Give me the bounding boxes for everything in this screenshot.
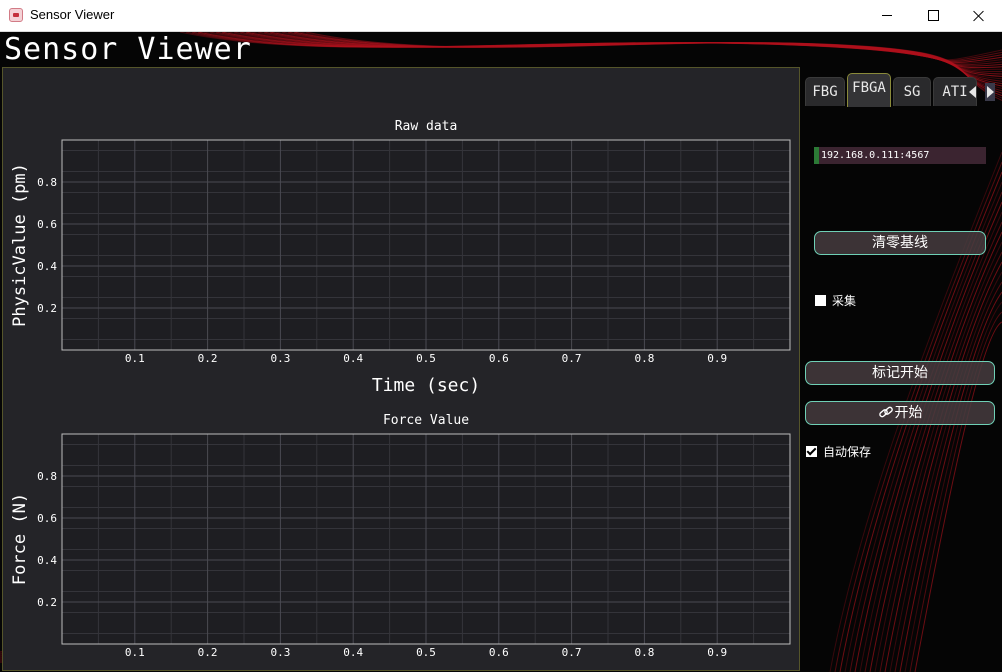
app-window: Sensor Viewer 0.1 0.2 0.3 0.4 0.5 0.6 0.7 0.8 0.… [0,32,1002,672]
x-tick-label: 0.2 [198,646,218,659]
x-tick-label: 0.5 [416,646,436,659]
plot-panel: 0.1 0.2 0.3 0.4 0.5 0.6 0.7 0.8 0.9 0.2 0.4 0.6 0.8 R… [2,67,800,671]
x-tick-label: 0.9 [707,352,727,365]
chart-title: Raw data [395,119,458,134]
y-axis-label: Force (N) [10,493,30,585]
y-tick-label: 0.2 [37,596,57,609]
sensor-tabs: FBG FBGA SG ATI [805,73,997,108]
minimize-icon [882,15,892,16]
control-sidebar: FBG FBGA SG ATI 192.168.0.111:4567 清零基线 … [801,67,1002,672]
y-tick-label: 0.4 [37,554,57,567]
auto-save-checkbox-box[interactable] [806,446,817,457]
window-titlebar: Sensor Viewer [0,0,1002,32]
y-tick-label: 0.2 [37,302,57,315]
zero-baseline-button[interactable]: 清零基线 [814,231,986,255]
y-tick-label: 0.4 [37,260,57,273]
y-tick-label: 0.8 [37,470,57,483]
x-axis-label: Time (sec) [372,375,480,396]
x-tick-label: 0.6 [489,352,509,365]
auto-save-checkbox[interactable]: 自动保存 [806,443,871,460]
app-heading: Sensor Viewer [4,32,252,67]
y-tick-label: 0.8 [37,176,57,189]
close-icon [973,10,985,22]
start-button-label: 开始 [894,405,923,421]
x-axis-label: Time (sec) [372,669,480,670]
auto-save-checkbox-label: 自动保存 [823,445,872,459]
tab-fbg[interactable]: FBG [805,77,845,106]
x-tick-label: 0.3 [270,352,290,365]
x-tick-label: 0.7 [562,646,582,659]
plots-canvas[interactable]: 0.1 0.2 0.3 0.4 0.5 0.6 0.7 0.8 0.9 0.2 0.4 0.6 0.8 R… [3,68,799,670]
x-tick-label: 0.5 [416,352,436,365]
x-tick-label: 0.1 [125,646,145,659]
close-button[interactable] [956,0,1002,31]
x-tick-label: 0.1 [125,352,145,365]
address-field[interactable]: 192.168.0.111:4567 [814,147,986,164]
link-icon [878,406,893,418]
mark-start-button[interactable]: 标记开始 [805,361,995,385]
y-axis-label: PhysicValue (pm) [10,163,30,327]
x-tick-label: 0.3 [270,646,290,659]
collect-checkbox[interactable]: 采集 [815,292,856,309]
maximize-button[interactable] [910,0,956,31]
x-tick-label: 0.8 [634,352,654,365]
window-title: Sensor Viewer [30,7,115,22]
tab-fbga[interactable]: FBGA [847,73,891,107]
chart-title: Force Value [383,413,469,428]
collect-checkbox-box[interactable] [815,295,826,306]
tab-scroll-left-icon[interactable] [967,83,977,101]
tab-sg[interactable]: SG [893,77,931,106]
minimize-button[interactable] [864,0,910,31]
x-tick-label: 0.4 [343,352,363,365]
x-tick-label: 0.4 [343,646,363,659]
y-tick-label: 0.6 [37,218,57,231]
x-tick-label: 0.6 [489,646,509,659]
maximize-icon [927,10,939,21]
tab-scroll-right-icon[interactable] [985,83,995,101]
x-tick-label: 0.2 [198,352,218,365]
y-tick-label: 0.6 [37,512,57,525]
collect-checkbox-label: 采集 [832,294,857,308]
x-tick-label: 0.7 [562,352,582,365]
x-tick-label: 0.8 [634,646,654,659]
app-icon [9,8,23,22]
wave-line [233,32,1002,73]
start-button[interactable]: 开始 [805,401,995,425]
x-tick-label: 0.9 [707,646,727,659]
